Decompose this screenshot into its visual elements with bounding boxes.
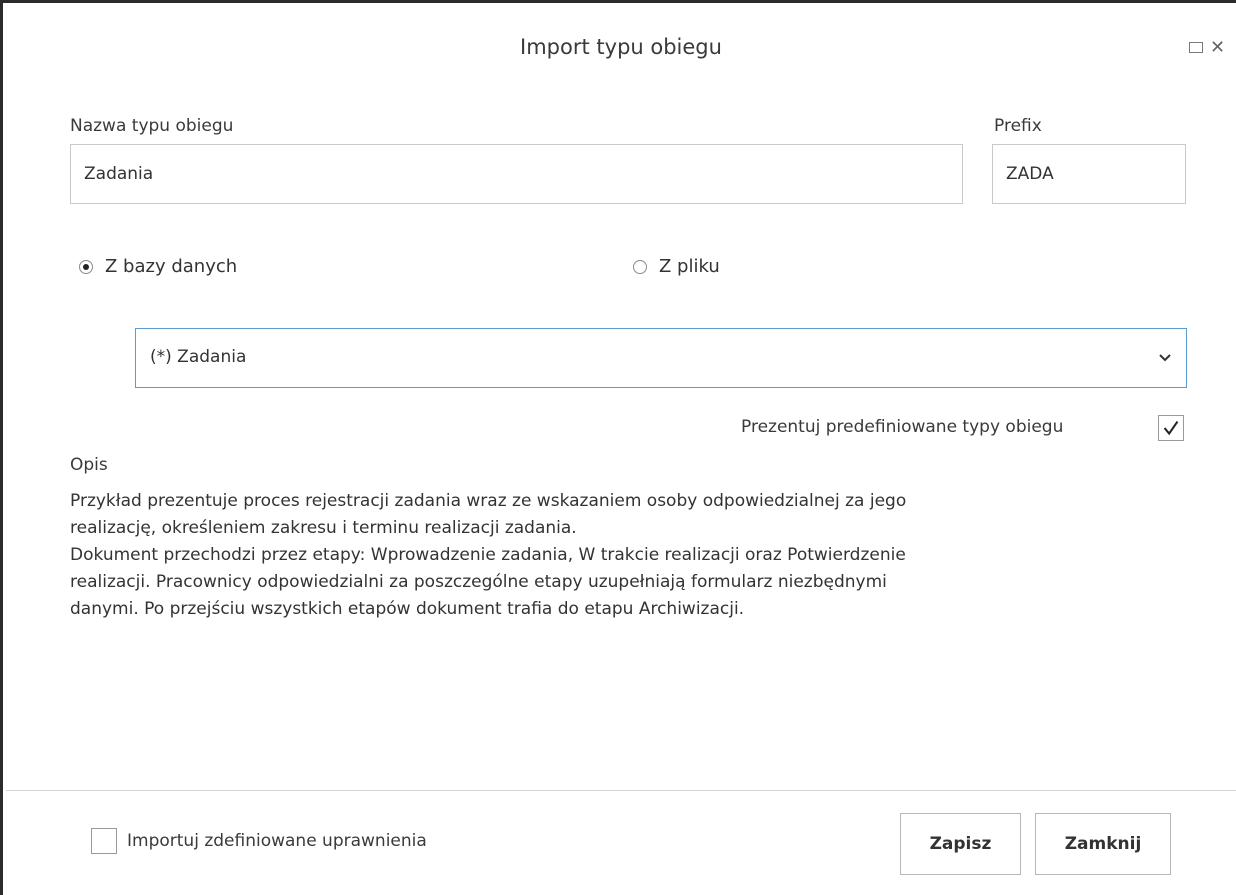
footer-divider bbox=[6, 790, 1236, 791]
close-icon[interactable]: ✕ bbox=[1210, 39, 1228, 57]
checkmark-icon bbox=[1163, 420, 1179, 436]
show-predefined-label: Prezentuj predefiniowane typy obiegu bbox=[741, 417, 1064, 437]
chevron-down-icon bbox=[1159, 354, 1171, 362]
radio-from-database[interactable]: Z bazy danych bbox=[79, 256, 237, 277]
radio-label: Z bazy danych bbox=[105, 256, 238, 277]
description-line: danymi. Po przejściu wszystkich etapów d… bbox=[70, 599, 745, 619]
show-predefined-checkbox[interactable] bbox=[1158, 415, 1184, 441]
maximize-icon[interactable] bbox=[1188, 39, 1206, 57]
dialog-title: Import typu obiegu bbox=[520, 35, 722, 59]
description-line: Dokument przechodzi przez etapy: Wprowad… bbox=[70, 545, 906, 565]
radio-label: Z pliku bbox=[659, 256, 720, 277]
type-select[interactable]: (*) Zadania bbox=[135, 328, 1187, 388]
radio-checked-icon bbox=[79, 259, 93, 274]
prefix-input[interactable] bbox=[992, 144, 1186, 204]
description-text: Przykład prezentuje proces rejestracji z… bbox=[70, 488, 1170, 623]
close-button[interactable]: Zamknij bbox=[1035, 813, 1171, 875]
description-line: Przykład prezentuje proces rejestracji z… bbox=[70, 491, 907, 511]
import-permissions-checkbox[interactable] bbox=[91, 828, 117, 854]
description-line: realizację, określeniem zakresu i termin… bbox=[70, 518, 577, 538]
save-button[interactable]: Zapisz bbox=[900, 813, 1021, 875]
name-label: Nazwa typu obiegu bbox=[70, 116, 234, 136]
import-dialog: Import typu obiegu ✕ Nazwa typu obiegu P… bbox=[0, 0, 1236, 895]
description-line: realizacji. Pracownicy odpowiedzialni za… bbox=[70, 572, 887, 592]
type-select-value: (*) Zadania bbox=[150, 347, 247, 367]
name-input[interactable] bbox=[70, 144, 963, 204]
import-permissions-label: Importuj zdefiniowane uprawnienia bbox=[127, 831, 427, 851]
description-label: Opis bbox=[70, 455, 108, 475]
prefix-label: Prefix bbox=[994, 116, 1042, 136]
radio-from-file[interactable]: Z pliku bbox=[633, 256, 720, 277]
radio-unchecked-icon bbox=[633, 259, 647, 274]
